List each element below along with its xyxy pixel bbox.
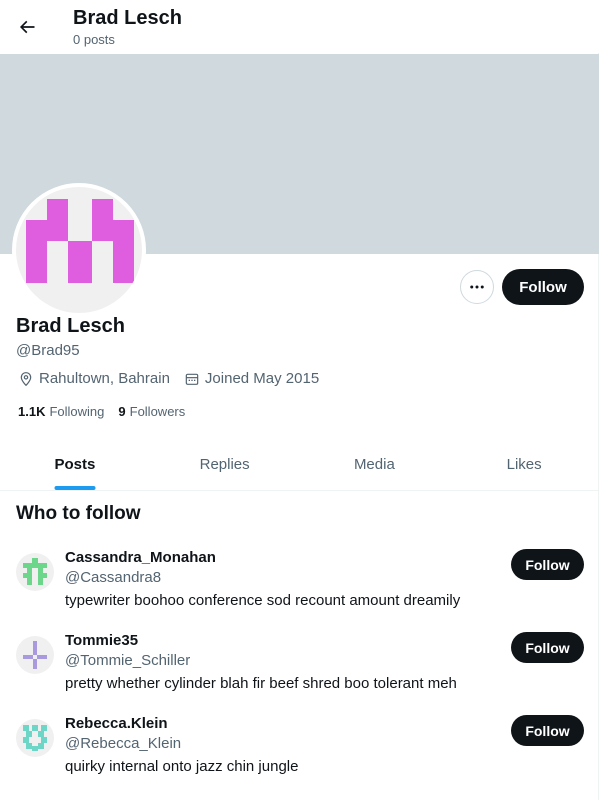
profile-avatar[interactable] — [12, 183, 146, 317]
tab-posts[interactable]: Posts — [0, 438, 150, 490]
joined-item: Joined May 2015 — [184, 370, 319, 387]
suggestion-bio: pretty whether cylinder blah fir beef sh… — [65, 675, 457, 692]
tab-label: Replies — [199, 455, 250, 473]
tab-label: Media — [353, 455, 395, 473]
suggestion-item[interactable]: Cassandra_Monahan @Cassandra8 typewriter… — [0, 545, 599, 628]
profile-meta: Rahultown, Bahrain Joined May 2015 — [18, 370, 333, 387]
suggestion-follow-button[interactable]: Follow — [511, 549, 584, 580]
suggestion-avatar[interactable] — [16, 636, 54, 674]
suggestion-name[interactable]: Cassandra_Monahan — [65, 549, 216, 566]
header-post-count: 0 posts — [73, 32, 115, 47]
profile-stats: 1.1K Following 9 Followers — [18, 404, 199, 419]
suggestion-handle: @Cassandra8 — [65, 569, 162, 586]
suggestion-handle: @Rebecca_Klein — [65, 735, 182, 752]
suggestion-handle: @Tommie_Schiller — [65, 652, 191, 669]
suggestion-item[interactable]: Tommie35 @Tommie_Schiller pretty whether… — [0, 628, 599, 711]
suggestion-bio: typewriter boohoo conference sod recount… — [65, 592, 461, 609]
location-item: Rahultown, Bahrain — [18, 370, 170, 387]
suggestion-name[interactable]: Rebecca.Klein — [65, 715, 168, 732]
who-to-follow-title: Who to follow — [16, 503, 141, 524]
suggestion-item[interactable]: Rebecca.Klein @Rebecca_Klein quirky inte… — [0, 711, 599, 794]
following-count: 1.1K — [18, 404, 46, 419]
identicon-image — [23, 725, 47, 751]
location-text: Rahultown, Bahrain — [39, 370, 170, 387]
location-pin-icon — [20, 371, 32, 386]
suggestion-bio: quirky internal onto jazz chin jungle — [65, 758, 299, 775]
header-title: Brad Lesch — [73, 7, 182, 29]
suggestion-avatar[interactable] — [16, 553, 54, 591]
profile-name: Brad Lesch — [16, 315, 125, 337]
following-label: Following — [49, 404, 105, 419]
following-link[interactable]: 1.1K Following — [18, 404, 104, 419]
identicon-image — [26, 199, 134, 283]
followers-link[interactable]: 9 Followers — [118, 404, 185, 419]
tab-likes[interactable]: Likes — [449, 438, 599, 490]
suggestion-follow-button[interactable]: Follow — [511, 632, 584, 663]
identicon-image — [23, 558, 47, 585]
joined-text: Joined May 2015 — [204, 370, 320, 387]
top-header: Brad Lesch 0 posts — [0, 0, 599, 53]
tab-replies[interactable]: Replies — [150, 438, 300, 490]
identicon-image — [23, 641, 47, 669]
profile-handle: @Brad95 — [16, 342, 80, 359]
arrow-left-icon — [19, 20, 35, 34]
follow-button[interactable]: Follow — [502, 269, 584, 305]
more-options-button[interactable] — [460, 270, 494, 304]
tab-label: Likes — [506, 455, 542, 473]
suggestion-name[interactable]: Tommie35 — [65, 632, 138, 649]
active-tab-indicator — [54, 486, 96, 490]
ellipsis-icon — [470, 285, 484, 289]
tab-label: Posts — [54, 455, 96, 473]
followers-label: Followers — [129, 404, 186, 419]
suggestion-follow-button[interactable]: Follow — [511, 715, 584, 746]
back-button[interactable] — [10, 10, 44, 44]
suggestion-avatar[interactable] — [16, 719, 54, 757]
profile-tabs: Posts Replies Media Likes — [0, 438, 599, 491]
profile-page: Brad Lesch 0 posts Follow Brad Lesch @Br… — [0, 0, 599, 800]
calendar-icon — [185, 373, 199, 385]
tab-media[interactable]: Media — [300, 438, 450, 490]
followers-count: 9 — [118, 404, 126, 419]
